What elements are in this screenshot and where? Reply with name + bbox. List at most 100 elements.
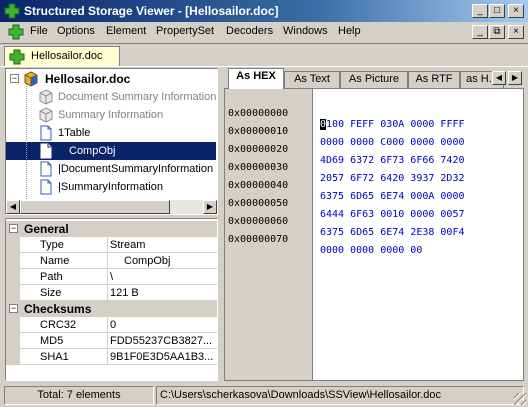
scrollbar-thumb[interactable] [20,200,170,214]
tree-root[interactable]: − Hellosailor.doc [8,70,217,88]
maximize-button[interactable]: □ [489,4,505,18]
tree-item[interactable]: 1Table [6,124,216,142]
hex-row[interactable]: 0x00000020 4D69 6372 6F73 6F66 7420 [225,133,523,166]
tree-item-label: CompObj [66,142,119,160]
document-tab-label: Hellosailor.doc [31,50,103,62]
tab-as-text[interactable]: As Text [284,71,340,88]
menu-help[interactable]: Help [338,25,361,37]
hex-row[interactable]: 0x00000000 0100 FEFF 030A 0000 FFFF [225,97,523,130]
property-value: 0 [110,319,117,331]
hex-row[interactable]: 0x00000040 6375 6D65 6E74 000A 0000 [225,169,523,202]
row-gutter [6,317,20,333]
hex-address: 0x00000070 [228,234,289,245]
row-gutter [6,269,20,285]
tree-item[interactable]: Document Summary Information [6,88,216,106]
category-general[interactable]: − General [6,221,217,237]
tab-as-hex[interactable]: As HEX [228,68,284,89]
property-key: MD5 [22,333,108,349]
tree-item[interactable]: |DocumentSummaryInformation [6,160,216,178]
category-label: Checksums [24,302,92,316]
scroll-right-arrow-icon[interactable]: ▶ [203,200,217,214]
scroll-left-arrow-icon[interactable]: ◀ [6,200,20,214]
property-key: Size [22,285,108,301]
document-puzzle-icon[interactable] [8,24,24,40]
document-puzzle-icon [9,49,25,65]
menu-element[interactable]: Element [106,25,146,37]
tree-horizontal-scrollbar[interactable]: ◀ ▶ [6,200,217,214]
property-row[interactable]: Type Stream [6,237,217,253]
collapse-toggle-icon[interactable]: − [9,224,18,233]
tab-as-rtf[interactable]: As RTF [408,71,460,88]
status-bar: Total: 7 elements C:\Users\scherkasova\D… [0,384,528,407]
row-gutter [6,285,20,301]
property-row[interactable]: Size 121 B [6,285,217,301]
property-row[interactable]: SHA1 9B1F0E3D5AA1B3... [6,349,217,365]
property-value: CompObj [124,255,171,267]
hex-view[interactable]: 0x00000000 0100 FEFF 030A 0000 FFFF 0x00… [224,88,524,381]
row-gutter [6,237,20,253]
hex-data: 0000 0000 0000 00 [320,245,423,256]
property-value: 121 B [110,287,139,299]
collapse-toggle-icon[interactable]: − [9,304,18,313]
resize-grip-icon[interactable] [514,393,526,405]
property-row[interactable]: MD5 FDD55237CB3827... [6,333,217,349]
property-key: Path [22,269,108,285]
property-value: FDD55237CB3827... [110,335,213,347]
mdi-restore-button[interactable]: ⧉ [489,25,505,39]
tab-scroll-right-icon[interactable]: ▶ [508,71,522,85]
app-puzzle-icon [4,3,20,19]
propertyset-icon [39,107,53,123]
tree-item-label: |SummaryInformation [58,181,163,193]
tree-item-label: 1Table [58,127,91,139]
stream-document-icon [40,143,52,159]
mdi-close-button[interactable]: × [508,25,524,39]
tree-root-label: Hellosailor.doc [45,72,131,86]
row-gutter [6,253,20,269]
row-gutter [6,349,20,365]
status-element-count: Total: 7 elements [4,386,154,405]
menu-propertyset[interactable]: PropertySet [156,25,214,37]
menu-file[interactable]: File [30,25,48,37]
document-tab[interactable]: Hellosailor.doc [4,46,120,66]
tree-item[interactable]: Summary Information [6,106,216,124]
property-key: Type [22,237,108,253]
tree-item-label: Summary Information [58,109,164,121]
minimize-button[interactable]: _ [472,4,488,18]
property-value: \ [110,271,114,283]
hex-row[interactable]: 0x00000060 6375 6D65 6E74 2E38 00F4 [225,205,523,238]
property-key: SHA1 [22,349,108,365]
menu-decoders[interactable]: Decoders [226,25,273,37]
hex-row[interactable]: 0x00000050 6444 6F63 0010 0000 0057 [225,187,523,220]
property-value: 9B1F0E3D5AA1B3... [110,351,214,363]
category-checksums[interactable]: − Checksums [6,301,217,317]
property-value: Stream [110,239,146,251]
tab-as-picture[interactable]: As Picture [340,71,408,88]
stream-document-icon [40,179,52,195]
storage-tree[interactable]: − Hellosailor.doc Document Summary Infor… [5,68,218,215]
tree-item[interactable]: |SummaryInformation [6,178,216,196]
mdi-minimize-button[interactable]: _ [472,25,488,39]
close-button[interactable]: × [508,4,524,18]
property-row[interactable]: Path \ [6,269,217,285]
menu-bar: File Options Element PropertySet Decoder… [0,22,528,42]
property-key: Name [22,253,108,269]
tree-connector-line [26,79,27,199]
hex-row[interactable]: 0x00000010 0000 0000 C000 0000 0000 [225,115,523,148]
hex-row[interactable]: 0x00000030 2057 6F72 6420 3937 2D32 [225,151,523,184]
document-tab-strip: Hellosailor.doc [0,43,528,67]
tab-scroll-left-icon[interactable]: ◀ [492,71,506,85]
status-file-path: C:\Users\scherkasova\Downloads\SSView\He… [156,386,524,405]
stream-document-icon [40,125,52,141]
menu-windows[interactable]: Windows [283,25,328,37]
hex-row[interactable]: 0x00000070 0000 0000 0000 00 [225,223,523,256]
property-row[interactable]: Name CompObj [6,253,217,269]
title-bar[interactable]: Structured Storage Viewer - [Hellosailor… [0,0,528,22]
property-grid[interactable]: − General Type Stream Name CompObj Path … [5,218,218,381]
row-gutter [6,333,20,349]
stream-document-icon [40,161,52,177]
collapse-toggle-icon[interactable]: − [10,74,19,83]
window-title: Structured Storage Viewer - [Hellosailor… [24,4,279,18]
menu-options[interactable]: Options [57,25,95,37]
property-row[interactable]: CRC32 0 [6,317,217,333]
tree-item-selected[interactable]: CompObj [6,142,216,160]
